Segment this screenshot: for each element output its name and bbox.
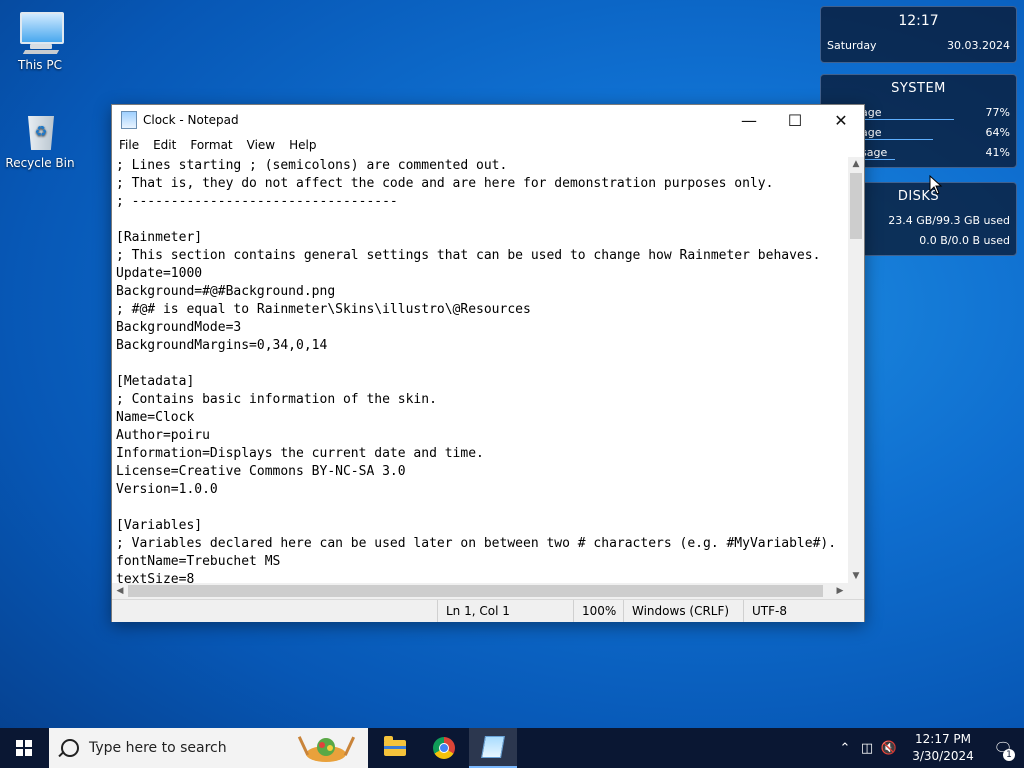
recycle-bin-icon: ♻ <box>16 106 64 154</box>
menu-bar: File Edit Format View Help <box>112 135 864 155</box>
minimize-button[interactable]: — <box>726 105 772 135</box>
maximize-button[interactable]: ☐ <box>772 105 818 135</box>
window-title: Clock - Notepad <box>143 113 239 127</box>
this-pc-icon <box>16 8 64 56</box>
system-row-value: 64% <box>985 125 1010 139</box>
windows-logo-icon <box>16 740 32 756</box>
scrollbar-corner <box>848 583 864 599</box>
horizontal-scroll-thumb[interactable] <box>128 585 823 597</box>
scroll-down-icon[interactable]: ▼ <box>848 569 864 583</box>
line-ending: Windows (CRLF) <box>623 600 747 622</box>
widget-day: Saturday <box>827 39 877 52</box>
notepad-icon <box>121 111 137 129</box>
taskbar-time: 12:17 PM <box>915 732 971 746</box>
horizontal-scrollbar[interactable]: ◀ ▶ <box>112 583 848 599</box>
search-highlight-icon <box>297 736 356 762</box>
menu-help[interactable]: Help <box>282 138 323 152</box>
menu-file[interactable]: File <box>112 138 146 152</box>
vertical-scroll-thumb[interactable] <box>850 173 862 239</box>
system-tray: ⌃ ◫ 🔇 12:17 PM 3/30/2024 🗨 1 <box>834 728 1024 768</box>
close-button[interactable]: ✕ <box>818 105 864 135</box>
system-row-value: 41% <box>985 145 1010 159</box>
menu-format[interactable]: Format <box>183 138 239 152</box>
search-icon <box>61 739 79 757</box>
taskbar-date: 3/30/2024 <box>912 749 974 763</box>
taskbar-file-explorer[interactable] <box>371 728 419 768</box>
scroll-left-icon[interactable]: ◀ <box>112 583 128 599</box>
desktop-icon-label: This PC <box>18 58 62 72</box>
taskbar-notepad[interactable] <box>469 728 517 768</box>
volume-muted-icon[interactable]: 🔇 <box>878 741 900 756</box>
editor-content[interactable]: ; Lines starting ; (semicolons) are comm… <box>112 157 848 583</box>
desktop-icon-label: Recycle Bin <box>5 156 75 170</box>
disk-row-value: 23.4 GB/99.3 GB used <box>888 213 1010 227</box>
menu-view[interactable]: View <box>240 138 282 152</box>
title-bar[interactable]: Clock - Notepad — ☐ ✕ <box>112 105 864 135</box>
text-editor[interactable]: ; Lines starting ; (semicolons) are comm… <box>112 157 848 583</box>
widget-time: 12:17 <box>898 13 939 29</box>
status-bar: Ln 1, Col 1 100% Windows (CRLF) UTF-8 <box>112 599 864 622</box>
search-box[interactable]: Type here to search <box>49 728 368 768</box>
start-button[interactable] <box>0 728 48 768</box>
notepad-window[interactable]: Clock - Notepad — ☐ ✕ File Edit Format V… <box>111 104 865 622</box>
disk-row-value: 0.0 B/0.0 B used <box>919 233 1010 247</box>
scroll-right-icon[interactable]: ▶ <box>832 583 848 599</box>
system-widget-title: SYSTEM <box>891 81 946 96</box>
taskbar-clock[interactable]: 12:17 PM 3/30/2024 <box>904 731 982 765</box>
menu-edit[interactable]: Edit <box>146 138 183 152</box>
system-row-value: 77% <box>985 105 1010 119</box>
notification-count: 1 <box>1003 749 1015 761</box>
encoding: UTF-8 <box>743 600 862 622</box>
desktop-icon-recycle-bin[interactable]: ♻ Recycle Bin <box>0 106 80 170</box>
network-icon[interactable]: ◫ <box>856 741 878 756</box>
search-placeholder: Type here to search <box>89 740 227 756</box>
scroll-up-icon[interactable]: ▲ <box>848 157 864 171</box>
mouse-cursor-icon <box>929 175 943 195</box>
widget-date: 30.03.2024 <box>947 39 1010 52</box>
file-explorer-icon <box>384 736 406 756</box>
notepad-icon <box>481 736 505 758</box>
notifications-button[interactable]: 🗨 1 <box>982 739 1024 761</box>
chevron-up-icon[interactable]: ⌃ <box>834 741 856 756</box>
cursor-position: Ln 1, Col 1 <box>437 600 571 622</box>
taskbar: Type here to search ⌃ ◫ 🔇 12:17 PM 3/30/… <box>0 728 1024 768</box>
vertical-scrollbar[interactable]: ▲ ▼ <box>848 157 864 583</box>
taskbar-chrome[interactable] <box>420 728 468 768</box>
clock-widget[interactable]: 12:17 Saturday 30.03.2024 <box>820 6 1017 63</box>
desktop-icon-this-pc[interactable]: This PC <box>0 8 80 72</box>
chrome-icon <box>433 737 455 759</box>
zoom-level: 100% <box>573 600 627 622</box>
